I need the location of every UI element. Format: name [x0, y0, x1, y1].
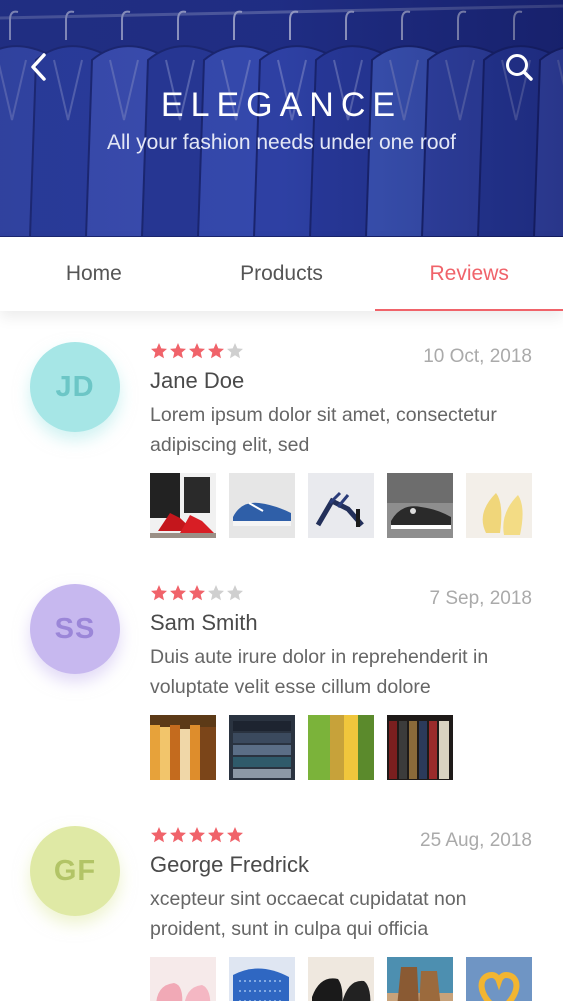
blue-sneakers-photo[interactable]: [229, 473, 295, 538]
star-empty-icon: [226, 342, 244, 365]
hero-banner: ELEGANCE All your fashion needs under on…: [0, 0, 563, 237]
review-text: Lorem ipsum dolor sit amet, consectetur …: [150, 404, 497, 456]
search-icon: [506, 54, 533, 81]
star-filled-icon: [150, 826, 168, 849]
pink-baby-shoes-photo[interactable]: [150, 957, 216, 1001]
chevron-left-icon: [31, 53, 46, 81]
avatar: JD: [30, 342, 120, 432]
star-filled-icon: [207, 342, 225, 365]
star-filled-icon: [169, 342, 187, 365]
review-text: xcepteur sint occaecat cupidatat non pro…: [150, 888, 467, 940]
green-clothes-photo[interactable]: [308, 715, 374, 780]
review-date: 7 Sep, 2018: [429, 588, 532, 609]
blue-fabric-photo[interactable]: [229, 957, 295, 1001]
star-filled-icon: [188, 584, 206, 607]
star-rating: [150, 826, 244, 849]
star-filled-icon: [150, 584, 168, 607]
star-filled-icon: [150, 342, 168, 365]
search-button[interactable]: [502, 50, 536, 84]
star-empty-icon: [207, 584, 225, 607]
review-photos: [150, 715, 453, 780]
review-item: SS 7 Sep, 2018 Sam Smith Duis aute irure…: [0, 553, 563, 783]
star-rating: [150, 342, 244, 365]
review-date: 25 Aug, 2018: [420, 830, 532, 851]
review-photos: [150, 473, 532, 538]
star-empty-icon: [226, 584, 244, 607]
reviewer-name: Jane Doe: [150, 368, 245, 393]
red-heels-photo[interactable]: [150, 473, 216, 538]
tab-home[interactable]: Home: [0, 237, 188, 311]
denim-heart-photo[interactable]: [466, 957, 532, 1001]
reviewer-name: George Fredrick: [150, 852, 309, 877]
dark-clothes-rack-photo[interactable]: [387, 715, 453, 780]
review-date: 10 Oct, 2018: [423, 346, 532, 367]
back-button[interactable]: [22, 50, 56, 84]
hanging-shirts-photo[interactable]: [150, 715, 216, 780]
star-rating: [150, 584, 244, 607]
yellow-flats-photo[interactable]: [466, 473, 532, 538]
review-text: Duis aute irure dolor in reprehenderit i…: [150, 646, 489, 698]
star-filled-icon: [207, 826, 225, 849]
brand-title: ELEGANCE: [160, 86, 403, 124]
grey-sneakers-photo[interactable]: [387, 473, 453, 538]
review-item: GF 25 Aug, 2018 George Fredrick xcepteur…: [0, 795, 563, 1001]
avatar: SS: [30, 584, 120, 674]
tab-reviews[interactable]: Reviews: [375, 237, 563, 311]
tab-bar: Home Products Reviews: [0, 237, 563, 311]
boots-outdoor-photo[interactable]: [387, 957, 453, 1001]
review-photos: [150, 957, 532, 1001]
star-filled-icon: [169, 584, 187, 607]
blue-strappy-heels-photo[interactable]: [308, 473, 374, 538]
avatar: GF: [30, 826, 120, 916]
reviewer-name: Sam Smith: [150, 610, 258, 635]
review-item: JD 10 Oct, 2018 Jane Doe Lorem ipsum dol…: [0, 311, 563, 541]
star-filled-icon: [226, 826, 244, 849]
star-filled-icon: [188, 342, 206, 365]
black-shoes-photo[interactable]: [308, 957, 374, 1001]
brand-tagline: All your fashion needs under one roof: [106, 131, 457, 154]
stacked-tshirts-photo[interactable]: [229, 715, 295, 780]
tab-products[interactable]: Products: [188, 237, 376, 311]
star-filled-icon: [188, 826, 206, 849]
star-filled-icon: [169, 826, 187, 849]
